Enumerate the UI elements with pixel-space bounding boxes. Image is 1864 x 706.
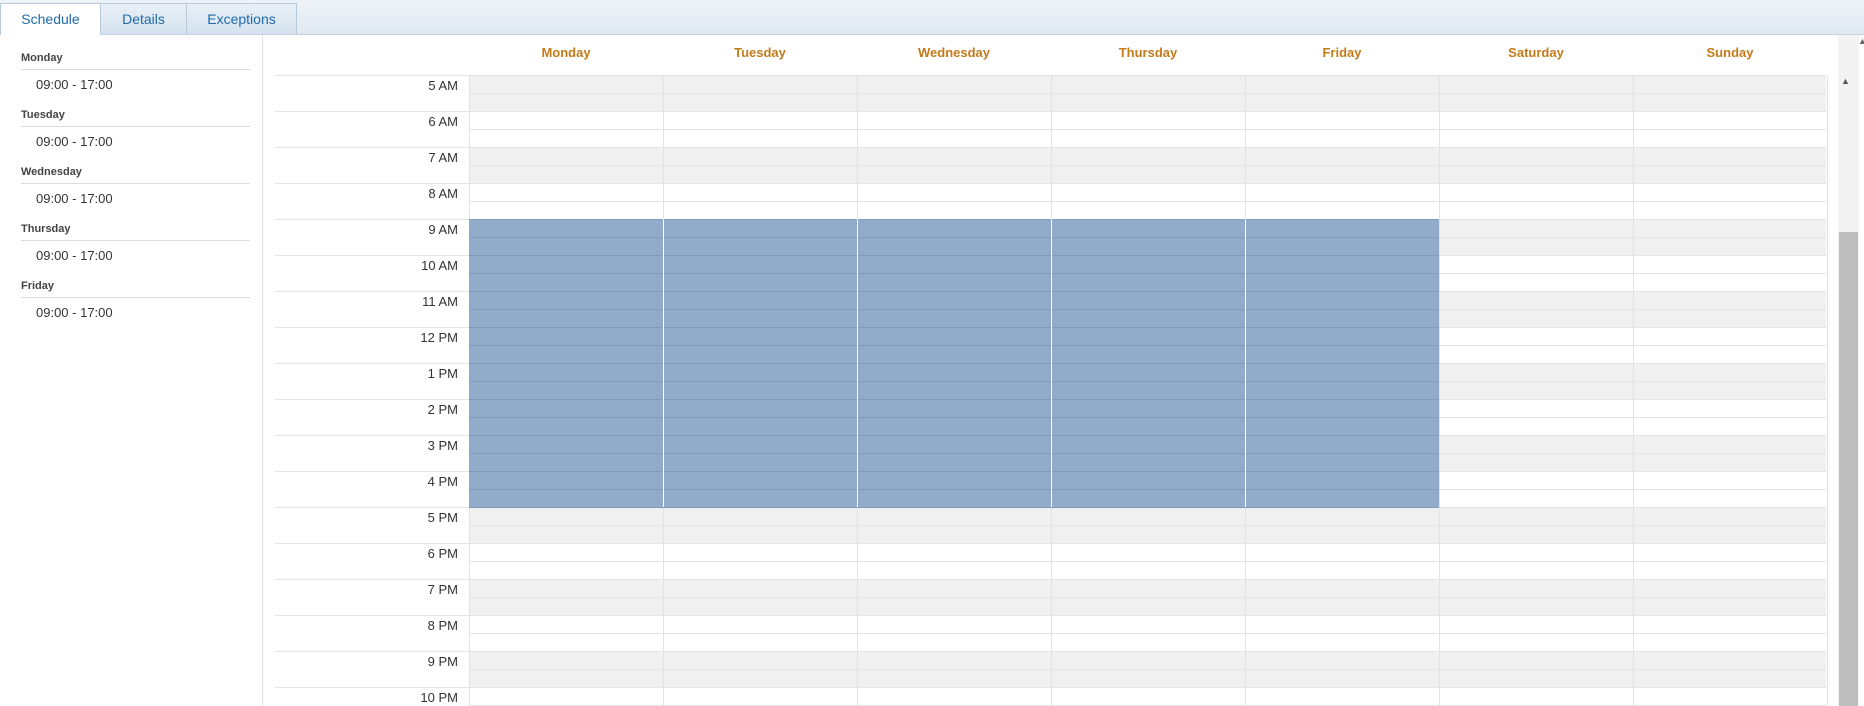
day-header-saturday: Saturday	[1508, 45, 1564, 60]
scheduled-block-gridline	[469, 255, 1439, 256]
hour-label: 7 PM	[427, 582, 458, 597]
scheduled-block-gridline	[469, 219, 1439, 220]
scheduled-block-gridline	[469, 435, 1439, 436]
scheduled-block-gridline	[469, 309, 1439, 310]
half-hour-gridline	[469, 597, 1826, 598]
hour-label: 9 PM	[427, 654, 458, 669]
hour-gridline	[275, 111, 1826, 112]
hour-gridline	[275, 687, 1826, 688]
scheduled-block-gridline	[469, 291, 1439, 292]
scheduled-block-gridline	[469, 345, 1439, 346]
hour-gridline	[275, 615, 1826, 616]
day-header-sunday: Sunday	[1706, 45, 1754, 60]
hour-gridline	[275, 147, 1826, 148]
day-header-tuesday: Tuesday	[734, 45, 786, 60]
hour-gridline	[275, 579, 1826, 580]
day-header-thursday: Thursday	[1118, 45, 1178, 60]
hour-label: 8 PM	[427, 618, 458, 633]
scheduled-block-day-separator	[1051, 219, 1052, 507]
scheduled-block-gridline	[469, 471, 1439, 472]
scheduled-block-gridline	[469, 399, 1439, 400]
scheduled-block-gridline	[469, 507, 1439, 508]
half-hour-gridline	[469, 633, 1826, 634]
scheduled-block-gridline	[469, 453, 1439, 454]
half-hour-gridline	[469, 525, 1826, 526]
column-divider	[1827, 75, 1828, 706]
hour-label: 10 AM	[421, 258, 458, 273]
scheduled-block-gridline	[469, 363, 1439, 364]
hour-label: 8 AM	[428, 186, 458, 201]
hour-label: 12 PM	[420, 330, 458, 345]
hour-label: 9 AM	[428, 222, 458, 237]
half-hour-gridline	[469, 669, 1826, 670]
scrollbar-thumb[interactable]	[1839, 232, 1858, 706]
tab-schedule[interactable]: Schedule	[0, 3, 101, 35]
hour-label: 2 PM	[427, 402, 458, 417]
half-hour-gridline	[469, 129, 1826, 130]
weekly-calendar: Monday Tuesday Wednesday Thursday Friday Satu…	[0, 0, 1864, 706]
hour-label: 10 PM	[420, 690, 458, 705]
scheduled-block-gridline	[469, 273, 1439, 274]
column-divider	[1633, 75, 1634, 706]
hour-gridline	[275, 543, 1826, 544]
hour-label: 5 PM	[427, 510, 458, 525]
hour-label: 5 AM	[428, 78, 458, 93]
half-hour-gridline	[469, 93, 1826, 94]
half-hour-gridline	[469, 201, 1826, 202]
scheduled-block-day-separator	[857, 219, 858, 507]
day-header-friday: Friday	[1322, 45, 1362, 60]
half-hour-gridline	[469, 561, 1826, 562]
scheduled-block-day-separator	[1245, 219, 1246, 507]
scheduled-block-gridline	[469, 237, 1439, 238]
day-header-wednesday: Wednesday	[917, 45, 990, 60]
scheduled-block-gridline	[469, 489, 1439, 490]
day-header-monday: Monday	[541, 45, 591, 60]
half-hour-gridline	[469, 165, 1826, 166]
hour-gridline	[275, 75, 1826, 76]
hour-label: 4 PM	[427, 474, 458, 489]
hour-label: 7 AM	[428, 150, 458, 165]
scheduled-block-day-separator	[663, 219, 664, 507]
hour-label: 6 PM	[427, 546, 458, 561]
hour-gridline	[275, 183, 1826, 184]
panel-scroll-up-icon[interactable]: ▲	[1858, 36, 1864, 46]
scheduled-block-gridline	[469, 327, 1439, 328]
hour-gridline	[275, 651, 1826, 652]
hour-label: 3 PM	[427, 438, 458, 453]
hour-label: 1 PM	[427, 366, 458, 381]
hour-label: 6 AM	[428, 114, 458, 129]
scheduled-block-gridline	[469, 417, 1439, 418]
column-divider	[1439, 75, 1440, 706]
scroll-up-arrow-icon[interactable]: ▲	[1841, 76, 1850, 86]
hour-label: 11 AM	[422, 294, 458, 309]
scheduled-block-gridline	[469, 381, 1439, 382]
